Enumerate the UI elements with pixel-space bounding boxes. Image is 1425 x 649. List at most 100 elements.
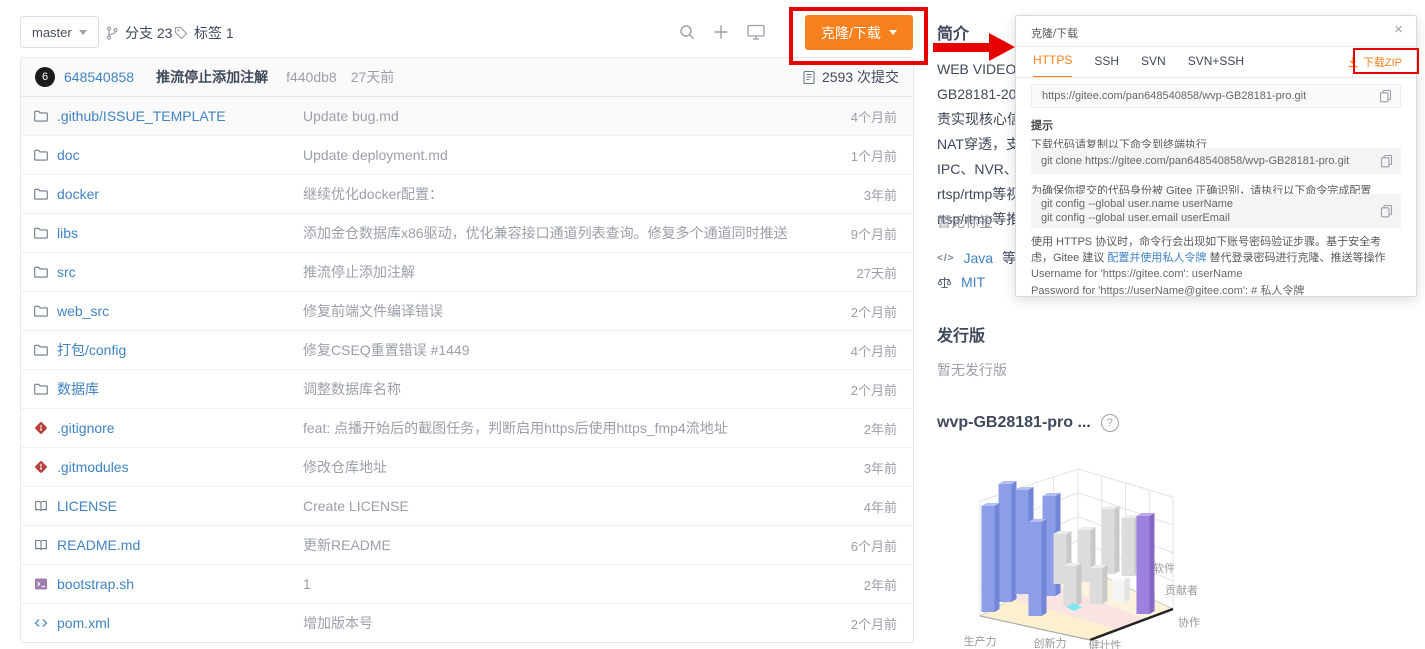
table-row[interactable]: src 推流停止添加注解 27天前 bbox=[21, 252, 913, 291]
file-updated-time: 2个月前 bbox=[851, 614, 897, 633]
commits-count-link[interactable]: 2593 次提交 bbox=[802, 67, 899, 87]
table-row[interactable]: web_src修复前端文件编译错误2个月前 bbox=[21, 291, 913, 330]
file-commit-message[interactable]: 修改仓库地址 bbox=[303, 457, 387, 477]
git-icon bbox=[33, 420, 49, 436]
copy-icon[interactable] bbox=[1380, 154, 1393, 168]
file-name-link[interactable]: 数据库 bbox=[57, 379, 99, 399]
table-row[interactable]: doc Update deployment.md 1个月前 bbox=[21, 135, 913, 174]
chart-bar-face bbox=[1115, 506, 1120, 574]
file-commit-message[interactable]: 1 bbox=[303, 576, 311, 592]
chevron-down-icon bbox=[889, 30, 897, 35]
table-row[interactable]: LICENSECreate LICENSE4年前 bbox=[21, 486, 913, 525]
download-icon bbox=[1347, 56, 1359, 68]
chart-bar-face bbox=[1102, 509, 1115, 574]
file-commit-message[interactable]: 推流停止添加注解 bbox=[303, 262, 415, 282]
tab-ssh[interactable]: SSH bbox=[1094, 47, 1119, 77]
repo-url-input[interactable]: https://gitee.com/pan648540858/wvp-GB281… bbox=[1031, 84, 1401, 108]
table-row[interactable]: README.md更新README6个月前 bbox=[21, 525, 913, 564]
file-name-link[interactable]: .github/ISSUE_TEMPLATE bbox=[57, 108, 226, 124]
file-commit-message[interactable]: Update deployment.md bbox=[303, 147, 448, 163]
chart-bar-face bbox=[995, 503, 1000, 612]
file-name-link[interactable]: web_src bbox=[57, 303, 109, 319]
file-name-link[interactable]: src bbox=[57, 264, 76, 280]
description-line: NAT穿透，支 bbox=[937, 132, 1023, 157]
copy-icon[interactable] bbox=[1380, 204, 1393, 218]
table-row[interactable]: libs 添加金仓数据库x86驱动，优化兼容接口通道列表查询。修复多个通道同时推送… bbox=[21, 213, 913, 252]
copy-icon[interactable] bbox=[1379, 89, 1392, 103]
book-icon bbox=[33, 537, 49, 553]
chart-bar-face bbox=[1137, 516, 1150, 614]
file-commit-message[interactable]: 修复CSEQ重置错误 #1449 bbox=[303, 340, 470, 360]
close-icon[interactable]: × bbox=[1394, 21, 1403, 38]
plus-icon[interactable] bbox=[712, 23, 730, 41]
branch-selector[interactable]: master bbox=[20, 16, 99, 48]
shell-icon bbox=[33, 576, 49, 592]
folder-icon bbox=[33, 108, 49, 124]
tags-link[interactable]: 标签 1 bbox=[173, 23, 234, 43]
code-icon bbox=[33, 615, 49, 631]
file-name-link[interactable]: bootstrap.sh bbox=[57, 576, 134, 592]
help-icon[interactable]: ? bbox=[1101, 414, 1119, 432]
file-commit-message[interactable]: 添加金仓数据库x86驱动，优化兼容接口通道列表查询。修复多个通道同时推送 bbox=[303, 223, 788, 243]
file-name-link[interactable]: doc bbox=[57, 147, 80, 163]
license-scale-icon bbox=[937, 275, 952, 290]
file-updated-time: 4个月前 bbox=[851, 107, 897, 126]
chart-bar-face bbox=[999, 484, 1012, 602]
file-updated-time: 27天前 bbox=[857, 263, 897, 282]
commit-message-link[interactable]: 推流停止添加注解 bbox=[156, 67, 268, 87]
table-row[interactable]: docker继续优化docker配置：3年前 bbox=[21, 174, 913, 213]
table-row[interactable]: 打包/config修复CSEQ重置错误 #14494个月前 bbox=[21, 330, 913, 369]
chart-bar-face bbox=[1090, 568, 1103, 604]
file-updated-time: 2年前 bbox=[864, 419, 897, 438]
file-commit-message[interactable]: 更新README bbox=[303, 535, 391, 555]
description-line: GB28181-20 bbox=[937, 82, 1023, 107]
file-commit-message[interactable]: 修复前端文件编译错误 bbox=[303, 301, 443, 321]
file-commit-message[interactable]: Update bug.md bbox=[303, 108, 399, 124]
token-link[interactable]: 配置并使用私人令牌 bbox=[1107, 252, 1206, 264]
clone-download-button[interactable]: 克隆/下载 bbox=[805, 15, 913, 50]
file-name-link[interactable]: .gitmodules bbox=[57, 459, 129, 475]
file-commit-message[interactable]: Create LICENSE bbox=[303, 498, 409, 514]
file-commit-message[interactable]: 调整数据库名称 bbox=[303, 379, 401, 399]
file-name-link[interactable]: pom.xml bbox=[57, 615, 110, 631]
file-name-link[interactable]: libs bbox=[57, 225, 78, 241]
language-link[interactable]: Java bbox=[963, 250, 993, 266]
annotation-arrow bbox=[933, 43, 991, 52]
table-row[interactable]: .github/ISSUE_TEMPLATE Update bug.md 4个月前 bbox=[21, 97, 913, 135]
table-row[interactable]: 数据库调整数据库名称2个月前 bbox=[21, 369, 913, 408]
branch-icon bbox=[104, 25, 120, 41]
commit-hash: f440db8 bbox=[286, 69, 337, 85]
chart-axis-label: 健壮性 bbox=[1089, 638, 1122, 649]
search-icon[interactable] bbox=[678, 23, 696, 41]
license-link[interactable]: MIT bbox=[961, 274, 985, 290]
file-name-link[interactable]: README.md bbox=[57, 537, 140, 553]
file-commit-message[interactable]: 增加版本号 bbox=[303, 613, 373, 633]
branch-selector-label: master bbox=[32, 25, 72, 40]
file-name-link[interactable]: docker bbox=[57, 186, 99, 202]
table-row[interactable]: pom.xml 增加版本号 2个月前 bbox=[21, 603, 913, 642]
table-row[interactable]: .gitmodules修改仓库地址3年前 bbox=[21, 447, 913, 486]
protocol-tabs: HTTPS SSH SVN SVN+SSH bbox=[1033, 47, 1244, 77]
https-note-after: 替代登录密码进行克隆、推送等操作 bbox=[1206, 252, 1385, 264]
tab-svn-ssh[interactable]: SVN+SSH bbox=[1188, 47, 1244, 77]
download-zip-button[interactable]: 下载ZIP bbox=[1347, 54, 1402, 70]
file-updated-time: 1个月前 bbox=[851, 146, 897, 165]
description-line: rtsp/rtmp等视 bbox=[937, 182, 1023, 207]
branches-link[interactable]: 分支 23 bbox=[104, 23, 172, 43]
file-commit-message[interactable]: feat: 点播开始后的截图任务，判断启用https后使用https_fmp4流… bbox=[303, 418, 728, 438]
file-name-link[interactable]: 打包/config bbox=[57, 340, 126, 360]
chart-axis-label: 创新力 bbox=[1034, 636, 1067, 649]
clone-download-popup: 克隆/下载 × HTTPS SSH SVN SVN+SSH 下载ZIP http… bbox=[1015, 15, 1417, 297]
file-name-link[interactable]: LICENSE bbox=[57, 498, 117, 514]
repo-description: WEB VIDEOGB28181-20责实现核心信NAT穿透，支IPC、NVR、… bbox=[937, 57, 1023, 232]
language-suffix: 等 bbox=[1002, 248, 1016, 268]
folder-icon bbox=[33, 225, 49, 241]
table-row[interactable]: .gitignore feat: 点播开始后的截图任务，判断启用https后使用h… bbox=[21, 408, 913, 447]
table-row[interactable]: bootstrap.sh12年前 bbox=[21, 564, 913, 603]
monitor-icon[interactable] bbox=[746, 23, 766, 41]
file-name-link[interactable]: .gitignore bbox=[57, 420, 115, 436]
tab-https[interactable]: HTTPS bbox=[1033, 46, 1072, 78]
committer-link[interactable]: 648540858 bbox=[64, 69, 134, 85]
file-commit-message[interactable]: 继续优化docker配置： bbox=[303, 184, 443, 204]
tab-svn[interactable]: SVN bbox=[1141, 47, 1166, 77]
